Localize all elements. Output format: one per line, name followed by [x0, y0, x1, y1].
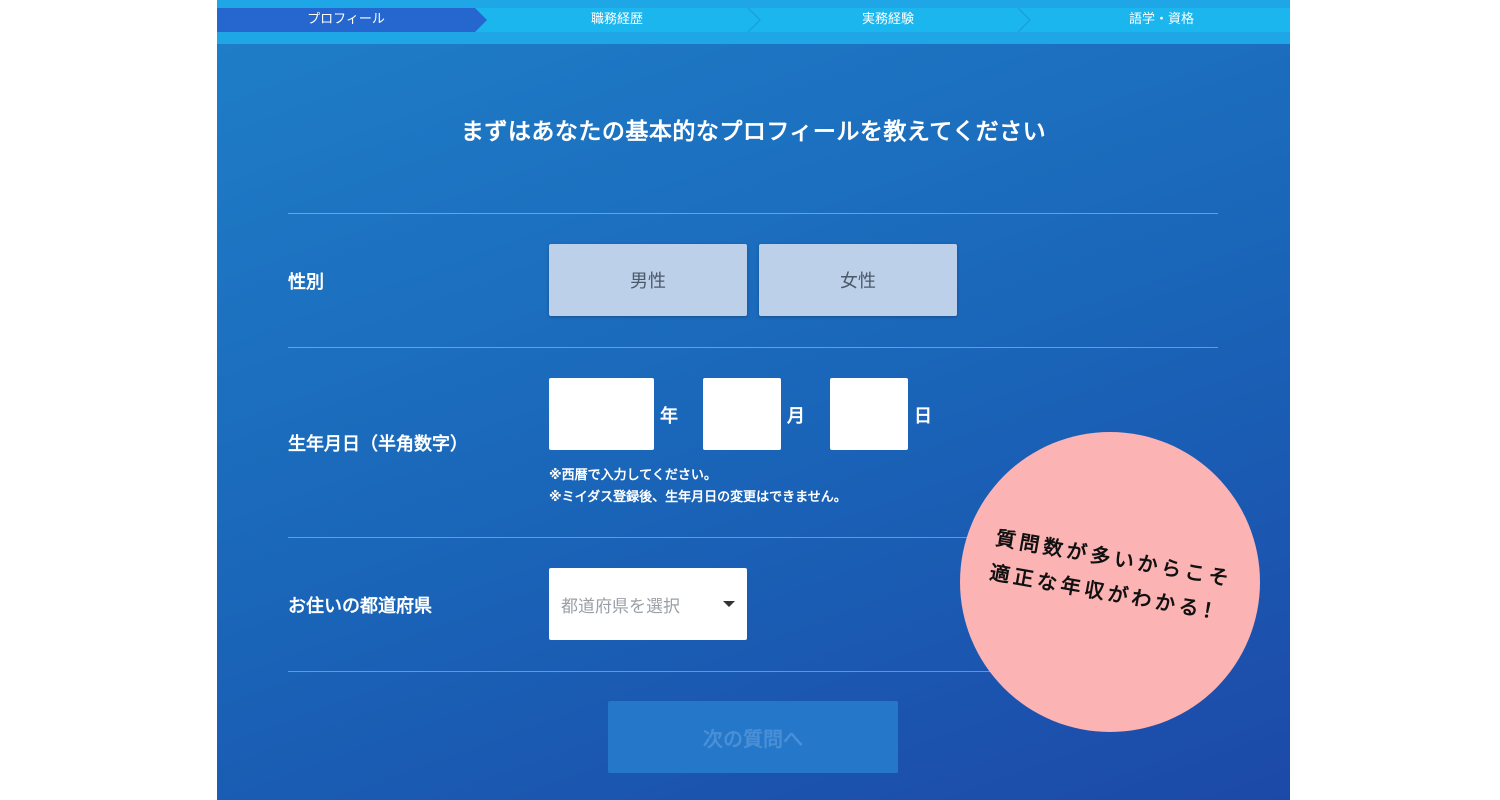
page-heading: まずはあなたの基本的なプロフィールを教えてください: [460, 119, 1047, 145]
step-practical-experience[interactable]: 実務経験: [763, 8, 1013, 32]
stepper-top-strip: [217, 0, 1290, 8]
year-unit: 年: [660, 406, 678, 427]
birthdate-note-western: ※西暦で入力してください。: [549, 468, 717, 483]
birth-year-input[interactable]: [549, 378, 654, 450]
next-question-button[interactable]: 次の質問へ: [608, 701, 898, 773]
step-label: 実務経験: [861, 12, 914, 27]
divider: [288, 347, 1218, 348]
gender-female-button[interactable]: 女性: [759, 244, 957, 316]
chevron-right-icon: [1017, 8, 1031, 32]
step-active-arrow: [475, 8, 487, 32]
chevron-right-icon: [747, 8, 761, 32]
gender-male-button[interactable]: 男性: [549, 244, 747, 316]
month-unit: 月: [787, 406, 805, 427]
step-label: 職務経歴: [590, 12, 643, 27]
caret-down-icon: [723, 601, 735, 607]
promo-badge-text: 質問数が多いからこそ 適正な年収がわかる！: [936, 408, 1284, 756]
gender-label: 性別: [288, 272, 324, 293]
day-unit: 日: [914, 406, 932, 427]
prefecture-placeholder: 都道府県を選択: [561, 597, 680, 617]
step-label: プロフィール: [307, 12, 385, 27]
step-profile[interactable]: プロフィール: [217, 8, 475, 32]
step-language-qualification[interactable]: 語学・資格: [1033, 8, 1290, 32]
prefecture-label: お住いの都道府県: [288, 596, 432, 617]
birth-day-input[interactable]: [830, 378, 908, 450]
birth-month-input[interactable]: [703, 378, 781, 450]
step-label: 語学・資格: [1128, 12, 1194, 27]
promo-badge: 質問数が多いからこそ 適正な年収がわかる！: [960, 432, 1260, 732]
birthdate-note-unchangeable: ※ミイダス登録後、生年月日の変更はできません。: [549, 490, 847, 505]
step-work-history[interactable]: 職務経歴: [487, 8, 747, 32]
stepper-bottom-strip: [217, 32, 1290, 44]
divider: [288, 213, 1218, 214]
prefecture-select[interactable]: 都道府県を選択: [549, 568, 747, 640]
birthdate-label: 生年月日（半角数字）: [288, 434, 468, 455]
progress-stepper: プロフィール 職務経歴 実務経験 語学・資格: [217, 8, 1290, 32]
